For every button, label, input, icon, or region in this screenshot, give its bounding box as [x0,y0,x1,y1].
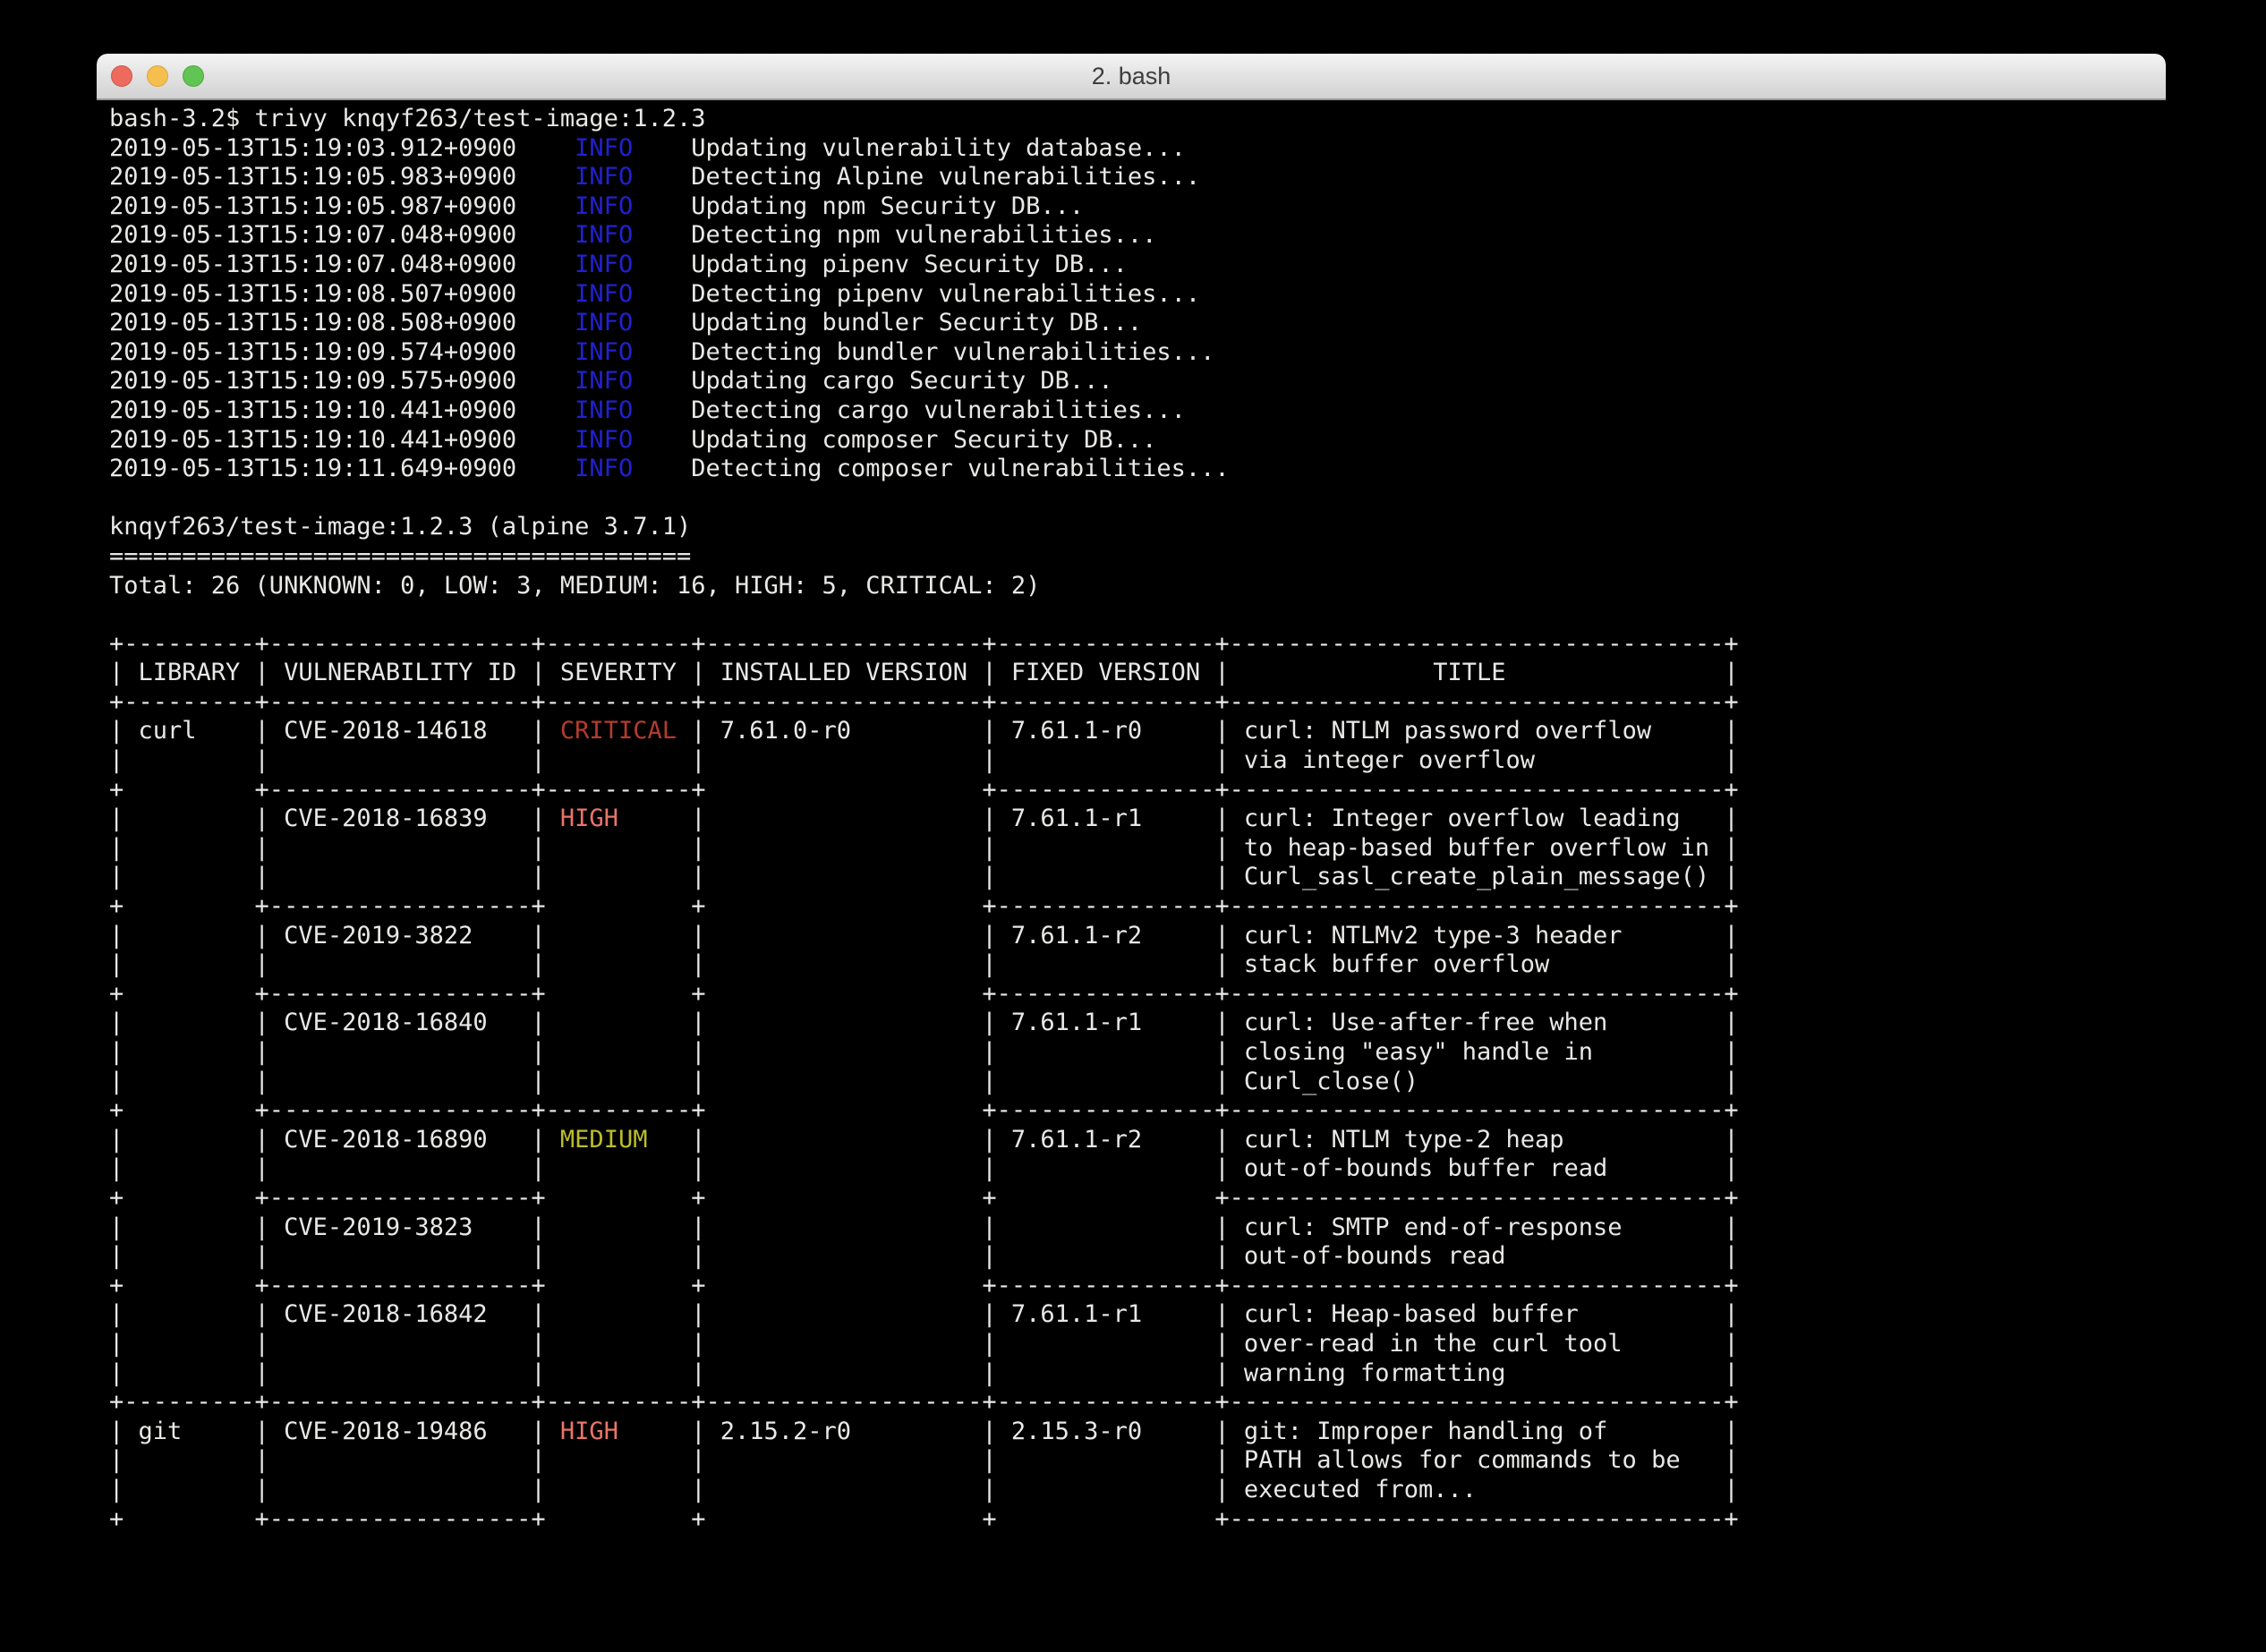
terminal-line: | | | | | | PATH allows for commands to … [109,1446,2153,1476]
terminal-line: + +------------------+----------+ +-----… [109,1096,2153,1126]
terminal-line: + +------------------+ + + +------------… [109,1184,2153,1213]
terminal-line: + +------------------+----------+ +-----… [109,776,2153,805]
terminal-line: ======================================== [109,542,2153,572]
terminal-line: + +------------------+ + +--------------… [109,1272,2153,1301]
zoom-button[interactable] [183,65,204,87]
terminal-line [109,484,2153,514]
terminal-line: | git | CVE-2018-19486 | HIGH | 2.15.2-r… [109,1418,2153,1447]
window-title: 2. bash [1092,63,1171,90]
terminal-line: | | | | | | stack buffer overflow | [109,950,2153,980]
terminal-line: 2019-05-13T15:19:09.574+0900 INFO Detect… [109,338,2153,368]
terminal-line: | | CVE-2018-16840 | | | 7.61.1-r1 | cur… [109,1009,2153,1038]
terminal-line: | | CVE-2019-3823 | | | | curl: SMTP end… [109,1213,2153,1243]
terminal-line: | | CVE-2018-16842 | | | 7.61.1-r1 | cur… [109,1300,2153,1330]
terminal-line: | | | | | | Curl_close() | [109,1068,2153,1097]
terminal-output[interactable]: bash-3.2$ trivy knqyf263/test-image:1.2.… [97,100,2166,1534]
terminal-line: | | CVE-2018-16839 | HIGH | | 7.61.1-r1 … [109,805,2153,834]
terminal-line [109,600,2153,630]
terminal-line: | | CVE-2018-16890 | MEDIUM | | 7.61.1-r… [109,1126,2153,1155]
terminal-line: + +------------------+ + + +------------… [109,1505,2153,1535]
terminal-line: 2019-05-13T15:19:07.048+0900 INFO Detect… [109,221,2153,251]
terminal-line: | | | | | | closing "easy" handle in | [109,1038,2153,1068]
traffic-lights [111,65,204,87]
terminal-line: 2019-05-13T15:19:08.508+0900 INFO Updati… [109,309,2153,338]
terminal-line: | | | | | | over-read in the curl tool | [109,1330,2153,1359]
terminal-line: + +------------------+ + +--------------… [109,980,2153,1009]
terminal-line: + +------------------+ + +--------------… [109,892,2153,922]
terminal-line: | | | | | | warning formatting | [109,1359,2153,1389]
terminal-line: | | | | | | executed from... | [109,1476,2153,1505]
terminal-line: 2019-05-13T15:19:05.987+0900 INFO Updati… [109,192,2153,222]
terminal-line: 2019-05-13T15:19:10.441+0900 INFO Updati… [109,426,2153,456]
terminal-line: +---------+------------------+----------… [109,688,2153,718]
terminal-line: | | | | | | to heap-based buffer overflo… [109,834,2153,864]
terminal-line: 2019-05-13T15:19:10.441+0900 INFO Detect… [109,396,2153,426]
desktop-background: 2. bash bash-3.2$ trivy knqyf263/test-im… [0,0,2266,1652]
terminal-line: 2019-05-13T15:19:08.507+0900 INFO Detect… [109,280,2153,310]
terminal-line: +---------+------------------+----------… [109,630,2153,660]
terminal-line: +---------+------------------+----------… [109,1388,2153,1418]
terminal-line: | | | | | | via integer overflow | [109,746,2153,776]
terminal-line: | | | | | | Curl_sasl_create_plain_messa… [109,863,2153,892]
terminal-line: 2019-05-13T15:19:05.983+0900 INFO Detect… [109,163,2153,192]
terminal-line: 2019-05-13T15:19:11.649+0900 INFO Detect… [109,455,2153,484]
title-bar[interactable]: 2. bash [97,54,2166,100]
terminal-line: | | CVE-2019-3822 | | | 7.61.1-r2 | curl… [109,922,2153,951]
terminal-window: 2. bash bash-3.2$ trivy knqyf263/test-im… [97,54,2166,1639]
terminal-line: | LIBRARY | VULNERABILITY ID | SEVERITY … [109,659,2153,688]
terminal-line: | curl | CVE-2018-14618 | CRITICAL | 7.6… [109,717,2153,746]
terminal-line: bash-3.2$ trivy knqyf263/test-image:1.2.… [109,105,2153,134]
close-button[interactable] [111,65,132,87]
terminal-line: Total: 26 (UNKNOWN: 0, LOW: 3, MEDIUM: 1… [109,572,2153,601]
terminal-line: | | | | | | out-of-bounds read | [109,1242,2153,1272]
terminal-line: | | | | | | out-of-bounds buffer read | [109,1154,2153,1184]
terminal-line: 2019-05-13T15:19:09.575+0900 INFO Updati… [109,367,2153,396]
minimize-button[interactable] [147,65,168,87]
terminal-line: 2019-05-13T15:19:03.912+0900 INFO Updati… [109,134,2153,164]
terminal-line: knqyf263/test-image:1.2.3 (alpine 3.7.1) [109,513,2153,542]
terminal-line: 2019-05-13T15:19:07.048+0900 INFO Updati… [109,251,2153,280]
